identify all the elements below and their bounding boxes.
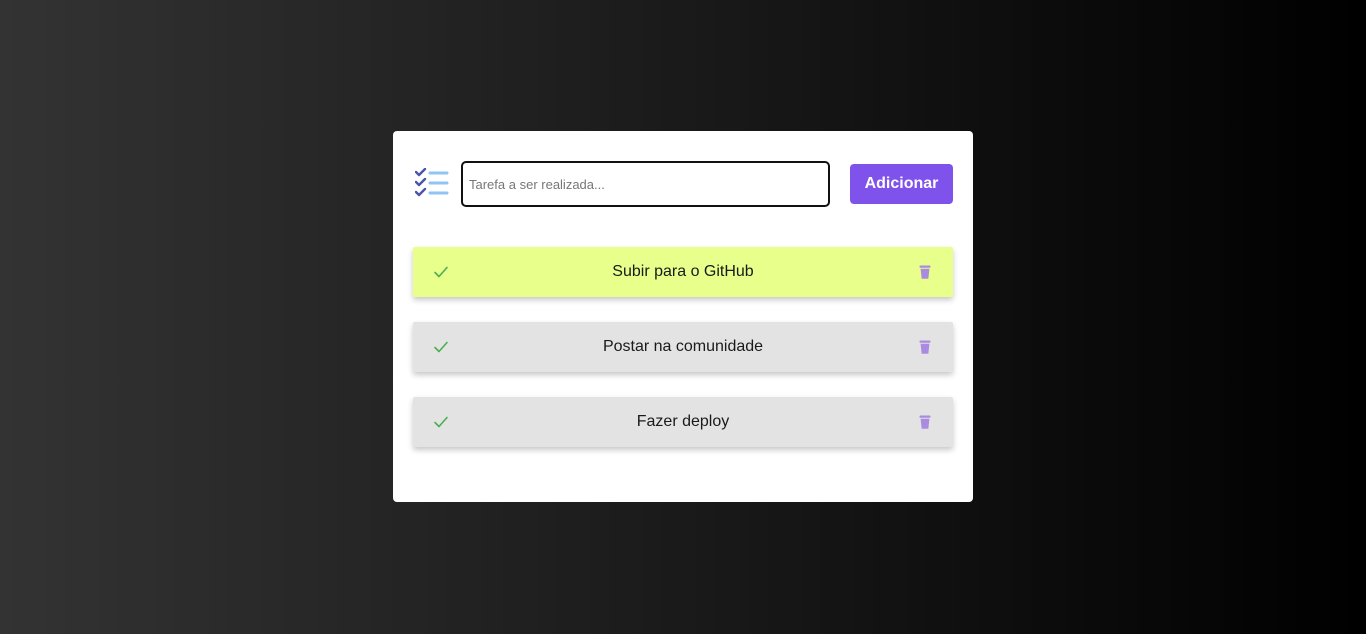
task-item: Subir para o GitHub — [413, 247, 953, 297]
task-text: Fazer deploy — [636, 413, 730, 430]
add-task-button[interactable]: Adicionar — [850, 164, 953, 204]
check-icon[interactable] — [433, 415, 449, 429]
task-item: Postar na comunidade — [413, 322, 953, 372]
check-icon[interactable] — [433, 265, 449, 279]
task-item: Fazer deploy — [413, 397, 953, 447]
task-input[interactable] — [461, 161, 830, 207]
trash-icon[interactable] — [919, 415, 931, 429]
checklist-icon — [415, 168, 449, 197]
task-text: Postar na comunidade — [602, 338, 764, 355]
task-text: Subir para o GitHub — [612, 263, 754, 280]
trash-icon[interactable] — [919, 265, 931, 279]
new-task-form: Adicionar — [415, 161, 953, 207]
todo-card: Adicionar Subir para o GitHub Postar na … — [393, 131, 973, 502]
trash-icon[interactable] — [919, 340, 931, 354]
check-icon[interactable] — [433, 340, 449, 354]
